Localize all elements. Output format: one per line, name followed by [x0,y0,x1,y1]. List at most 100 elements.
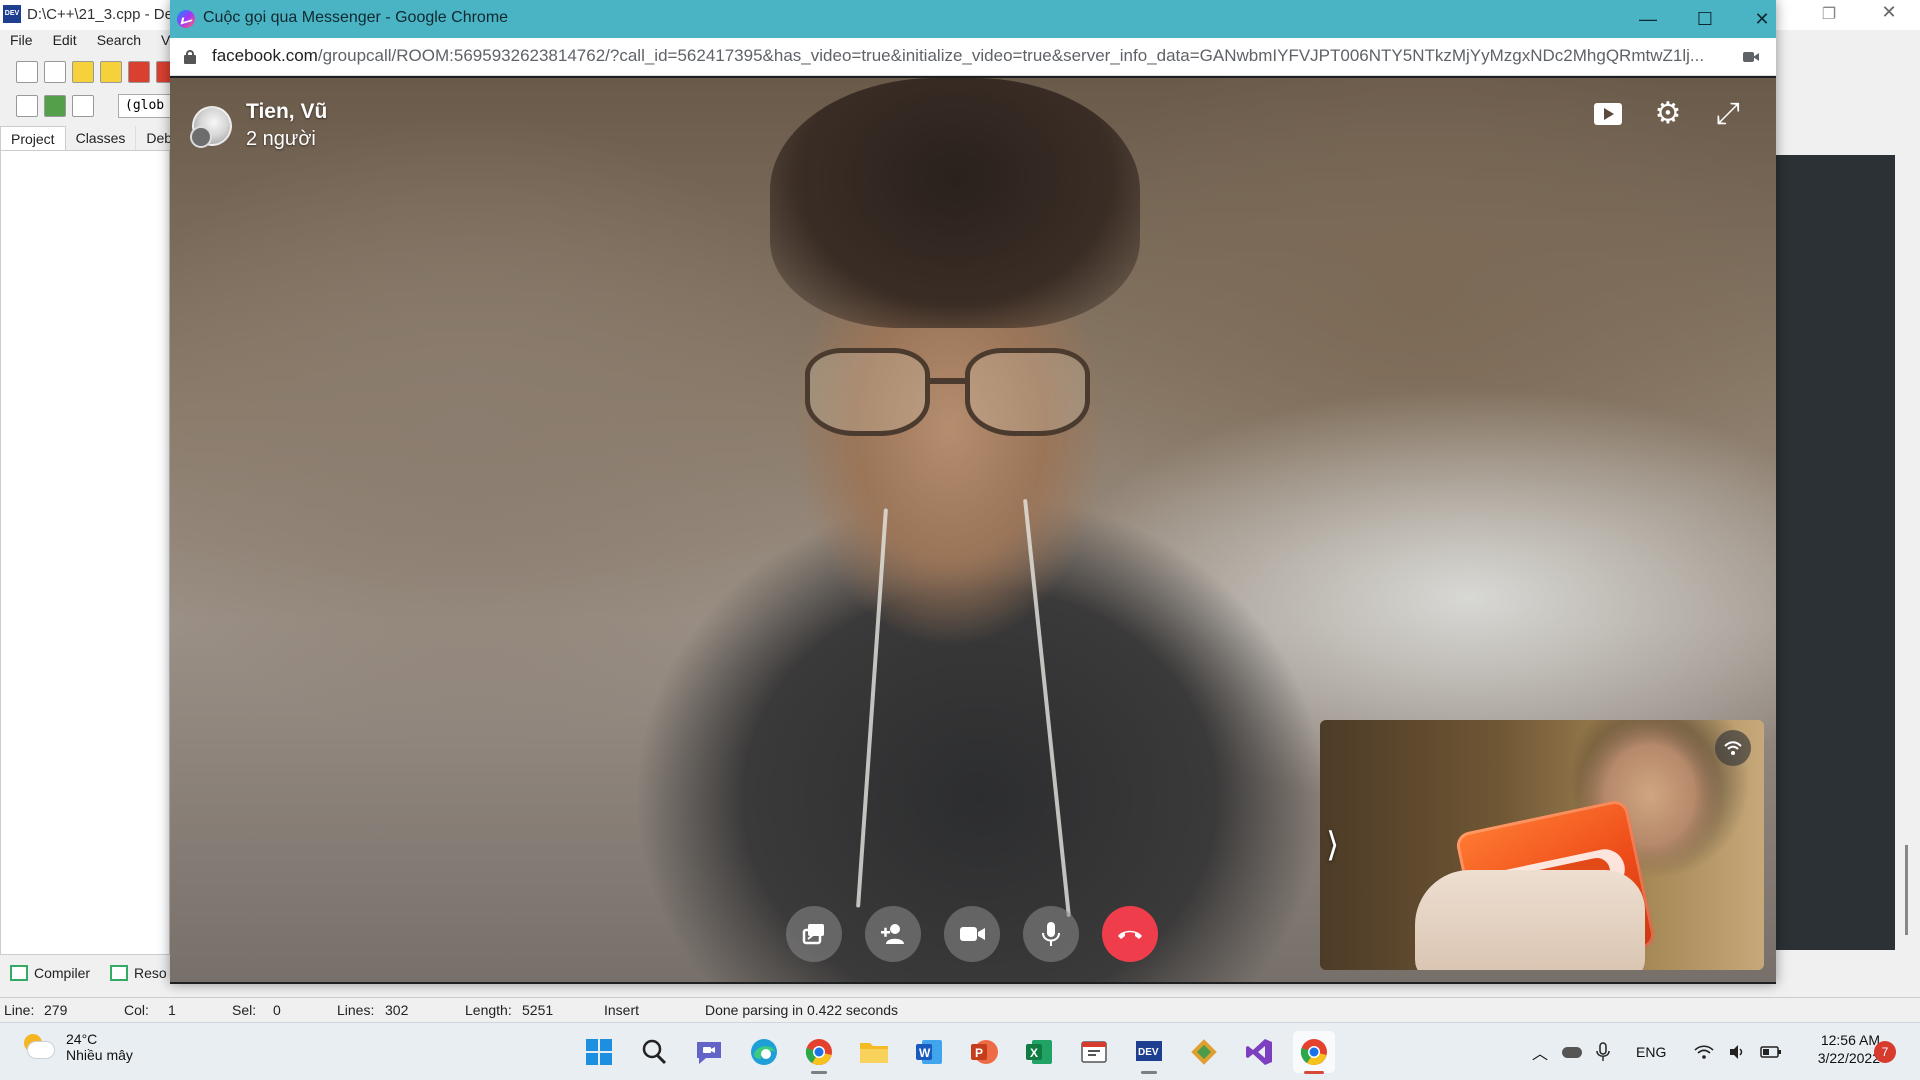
save-icon[interactable] [72,61,94,83]
editor-scrollbar[interactable] [1900,155,1916,950]
ide-toolbar [0,56,178,88]
tab-resources-label: Reso [134,965,167,981]
taskbar-file-explorer-button[interactable] [853,1031,895,1073]
url-text[interactable]: facebook.com/groupcall/ROOM:569593262381… [212,46,1722,66]
taskbar-visual-studio-button[interactable] [1238,1031,1280,1073]
address-bar[interactable]: facebook.com/groupcall/ROOM:569593262381… [170,38,1776,76]
chrome-icon [805,1039,832,1065]
collapse-self-view-icon[interactable]: ⟩ [1326,825,1339,865]
status-mode: Insert [604,1002,640,1018]
call-video-stage: Tien, Vũ 2 người ⚙ ⤢ ⟩ [170,78,1776,982]
add-person-button[interactable] [865,906,921,962]
lock-icon[interactable] [184,50,196,64]
tab-resources[interactable]: Reso [100,963,177,983]
word-icon: W [916,1040,942,1064]
end-call-button[interactable] [1102,906,1158,962]
scope-combobox[interactable]: (glob [118,94,178,118]
earphone-wire-right [1023,498,1071,918]
add-person-icon [881,924,904,944]
close-file-icon[interactable] [128,61,150,83]
partly-cloudy-icon [22,1032,56,1062]
microphone-toggle-button[interactable] [1023,906,1079,962]
scrollbar-thumb[interactable] [1905,845,1908,935]
input-language[interactable]: ENG [1636,1044,1666,1060]
svg-text:P: P [975,1046,983,1060]
search-icon [642,1039,667,1065]
svg-text:X: X [1030,1046,1038,1060]
open-file-icon[interactable] [44,61,66,83]
status-lines-label: Lines: [337,1002,375,1018]
status-length-value: 5251 [522,1002,554,1018]
close-icon[interactable]: ✕ [1875,2,1903,26]
share-screen-icon [802,924,824,945]
menu-search[interactable]: Search [87,30,151,52]
menu-file[interactable]: File [0,30,43,52]
close-icon[interactable]: ✕ [1744,6,1780,32]
microphone-icon [1042,922,1060,946]
video-toggle-button[interactable] [944,906,1000,962]
status-sel-label: Sel: [232,1002,257,1018]
taskbar-excel-button[interactable]: X [1018,1031,1060,1073]
status-col-label: Col: [124,1002,149,1018]
clock-date: 3/22/2022 [1817,1050,1880,1067]
status-line-value: 279 [44,1002,68,1018]
maximize-icon[interactable]: ☐ [1687,6,1723,32]
indent-icon[interactable] [16,95,38,117]
taskbar-powerpoint-button[interactable]: P [963,1031,1005,1073]
new-file-icon[interactable] [16,61,38,83]
notification-badge[interactable]: 7 [1874,1041,1896,1063]
chevron-up-icon[interactable]: ︿ [1532,1040,1548,1064]
play-screen-button[interactable] [1586,92,1630,136]
caller-name: Tien, Vũ [246,100,328,123]
taskbar-search-button[interactable] [633,1031,675,1073]
taskbar-git-button[interactable] [1183,1031,1225,1073]
remote-video-person [770,78,1140,328]
save-all-icon[interactable] [100,61,122,83]
minimize-icon[interactable]: — [1630,6,1666,32]
taskbar-apps: W P X DEV [578,1031,1335,1074]
git-icon [1191,1039,1217,1065]
menu-edit[interactable]: Edit [43,30,87,52]
clock[interactable]: 12:56 AM 3/22/2022 [1790,1031,1880,1067]
weather-temperature: 24°C [66,1031,98,1047]
tab-classes[interactable]: Classes [66,126,137,150]
self-view-video[interactable]: ⟩ [1320,720,1764,970]
visual-studio-icon [1246,1039,1272,1065]
taskbar-snipping-button[interactable] [1073,1031,1115,1073]
tab-project[interactable]: Project [0,126,66,150]
folder-icon [860,1043,888,1063]
bookmark-icon[interactable] [72,95,94,117]
taskbar-chat-button[interactable] [688,1031,730,1073]
share-screen-button[interactable] [786,906,842,962]
dev-cpp-app-icon: DEV [3,5,21,23]
onedrive-icon[interactable] [1562,1046,1583,1058]
earphone-wire-left [856,508,888,908]
taskbar-edge-button[interactable] [743,1031,785,1073]
weather-widget[interactable]: 24°C Nhiều mây [22,1031,133,1063]
tab-compiler[interactable]: Compiler [0,963,100,983]
fullscreen-button[interactable]: ⤢ [1706,92,1750,136]
microphone-icon[interactable] [1596,1042,1610,1062]
caller-avatar [190,106,232,148]
system-tray: ︿ ENG [1532,1023,1782,1080]
wifi-icon[interactable] [1694,1044,1714,1060]
taskbar-devcpp-button[interactable]: DEV [1128,1031,1170,1074]
messenger-icon [177,10,195,28]
taskbar-chrome-call-button[interactable] [1293,1031,1335,1074]
windows-start-button[interactable] [578,1031,620,1073]
status-length-label: Length: [465,1002,512,1018]
taskbar-word-button[interactable]: W [908,1031,950,1073]
taskbar-chrome-button[interactable] [798,1031,840,1074]
self-view-hand [1415,870,1645,970]
restore-icon[interactable]: ❐ [1815,4,1843,26]
goto-icon[interactable] [44,95,66,117]
camera-permission-icon[interactable] [1743,51,1759,63]
connection-quality-icon[interactable] [1715,730,1751,766]
settings-button[interactable]: ⚙ [1646,92,1690,136]
compiler-icon [10,965,28,981]
editor-area[interactable] [1775,155,1895,950]
battery-icon[interactable] [1760,1045,1782,1059]
status-sel-value: 0 [273,1002,281,1018]
volume-icon[interactable] [1728,1044,1746,1060]
weather-description: Nhiều mây [66,1047,133,1064]
